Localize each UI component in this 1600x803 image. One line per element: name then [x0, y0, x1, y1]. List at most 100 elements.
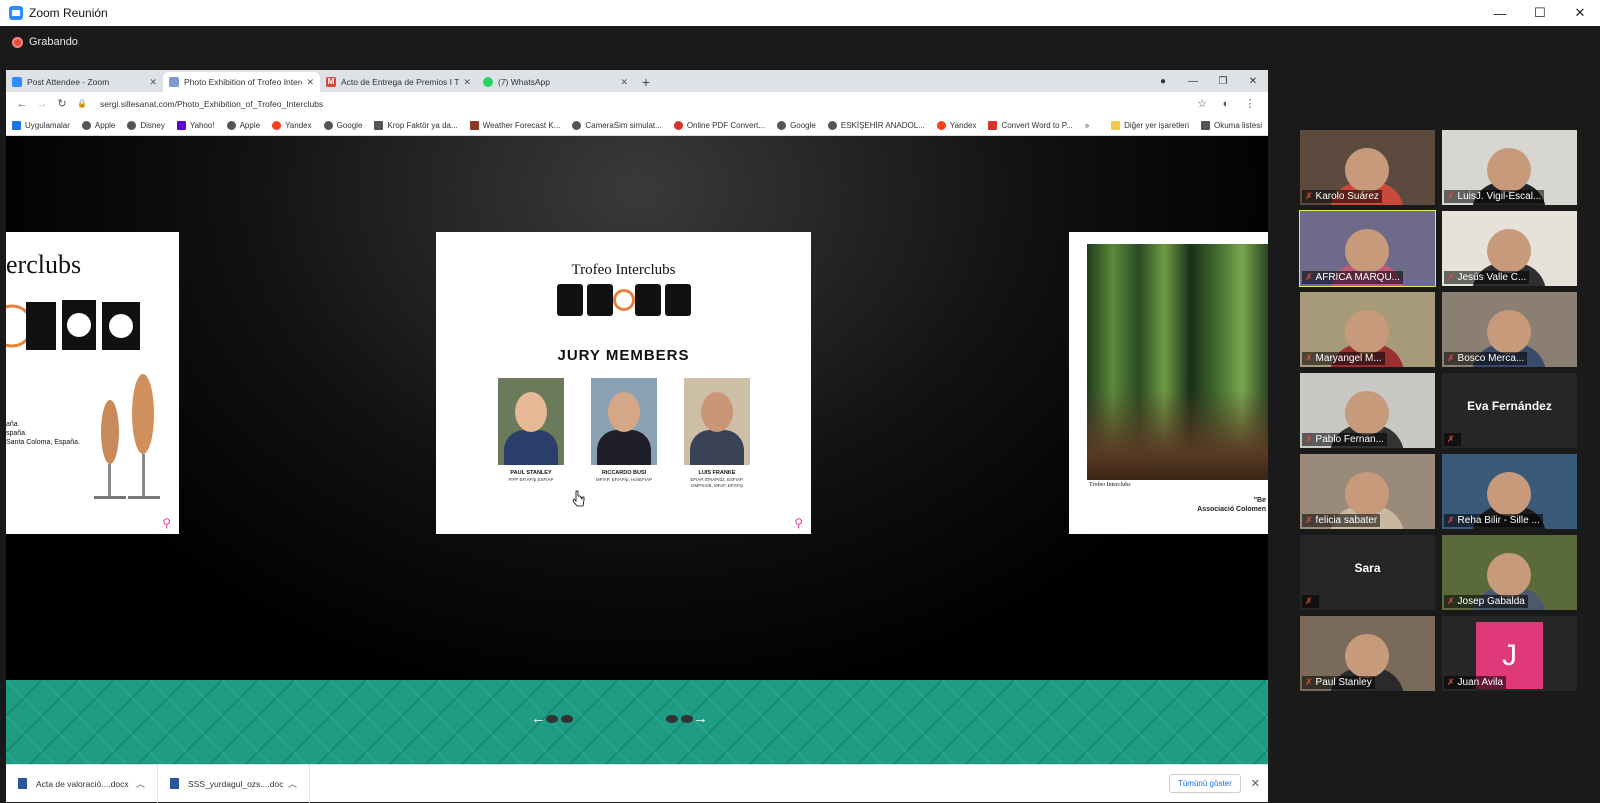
bookmark-item[interactable]: Google: [323, 120, 362, 130]
globe-icon: [572, 120, 582, 130]
new-tab-button[interactable]: +: [634, 72, 658, 92]
word-doc-icon: [170, 778, 179, 789]
close-tab-icon[interactable]: ✕: [149, 77, 157, 88]
participant-tile[interactable]: ✗ Reha Bilir - Sille ...: [1442, 454, 1577, 529]
url-field[interactable]: sergi.sillesanat.com/Photo_Exhibition_of…: [100, 99, 1190, 109]
close-tab-icon[interactable]: ✕: [620, 77, 628, 88]
bookmark-item[interactable]: Weather Forecast K...: [469, 120, 560, 130]
participant-nameplate: ✗ Maryangel M...: [1302, 352, 1385, 365]
chevron-up-icon[interactable]: ︿: [136, 777, 145, 790]
tab-whatsapp[interactable]: (7) WhatsApp ✕: [477, 72, 634, 92]
lock-icon: 🔒: [77, 99, 87, 108]
zoom-magnifier-icon[interactable]: ⚲: [162, 516, 171, 530]
participant-tile[interactable]: J ✗ Juan Avila: [1442, 616, 1577, 691]
other-bookmarks-folder[interactable]: Diğer yer işaretleri: [1111, 120, 1189, 130]
muted-mic-icon: ✗: [1447, 515, 1455, 525]
minimize-button[interactable]: —: [1480, 0, 1520, 26]
exhibit-panel-left[interactable]: erclubs aña. spaña. Santa Coloma, España…: [6, 232, 179, 534]
participant-tile[interactable]: ✗ Jesús Valle C...: [1442, 211, 1577, 286]
bookmark-star-icon[interactable]: ☆: [1190, 97, 1214, 110]
participant-tile[interactable]: ✗ Bosco Merca...: [1442, 292, 1577, 367]
mouse-cursor-icon: [572, 490, 585, 507]
next-arrow-button[interactable]: →: [666, 710, 708, 727]
jury-title: EFIAP, EFIAP/d2, ESFIAP, GMPSA/B, MFAF, …: [690, 477, 744, 488]
download-item[interactable]: SSS_yurdagul_ozs....doc ︿: [158, 764, 310, 803]
participant-tile[interactable]: Sara ✗: [1300, 535, 1435, 610]
bookmarks-overflow-button[interactable]: »: [1085, 121, 1089, 130]
show-all-downloads-button[interactable]: Tümünü göster: [1168, 774, 1241, 793]
exhibit-panel-right[interactable]: Trofeo Interclubs "Be Associació Colomen: [1069, 232, 1268, 534]
participant-name: LuisJ. Vigil-Escal...: [1457, 191, 1542, 202]
participant-nameplate: ✗ felicia sabater: [1302, 514, 1381, 527]
tab-label: (7) WhatsApp: [498, 77, 550, 87]
participant-tile[interactable]: ✗ Maryangel M...: [1300, 292, 1435, 367]
exhibit-panel-center[interactable]: Trofeo Interclubs JURY MEMBERS PAUL STAN…: [436, 232, 811, 534]
browser-close-button[interactable]: ✕: [1238, 76, 1268, 87]
site-icon: [374, 120, 384, 130]
back-icon[interactable]: ←: [12, 98, 32, 110]
participant-tile[interactable]: ✗ Pablo Fernan...: [1300, 373, 1435, 448]
reading-list-button[interactable]: Okuma listesi: [1200, 120, 1262, 130]
participant-tile[interactable]: ✗ felicia sabater: [1300, 454, 1435, 529]
yahoo-icon: [176, 120, 186, 130]
tab-search-icon[interactable]: ●: [1148, 76, 1178, 87]
bookmark-item[interactable]: CameraSim simulat...: [572, 120, 662, 130]
participant-nameplate: ✗: [1444, 433, 1461, 446]
bookmark-item[interactable]: Yahoo!: [176, 120, 215, 130]
bookmark-apps[interactable]: Uygulamalar: [12, 120, 70, 130]
maximize-button[interactable]: ☐: [1520, 0, 1560, 26]
recording-indicator[interactable]: Grabando: [12, 36, 78, 48]
bookmark-item[interactable]: Apple: [226, 120, 260, 130]
word-doc-icon: [18, 778, 27, 789]
menu-icon[interactable]: ⋮: [1238, 97, 1262, 110]
participant-name: Bosco Merca...: [1457, 353, 1525, 364]
download-item[interactable]: Acta de valoració....docx ︿: [6, 764, 158, 803]
jury-photos: PAUL STANLEY FIPF EFIAP/p ESFIAP RICCARD…: [498, 378, 750, 489]
bookmark-item[interactable]: Disney: [127, 120, 165, 130]
bookmark-item[interactable]: Yandex: [936, 120, 976, 130]
profile-avatar[interactable]: ◐: [1214, 98, 1238, 110]
close-tab-icon[interactable]: ✕: [306, 77, 314, 88]
shared-screen-browser: Post Attendee - Zoom ✕ Photo Exhibition …: [6, 70, 1268, 803]
jury-member: LUIS FRANKE EFIAP, EFIAP/d2, ESFIAP, GMP…: [684, 378, 750, 489]
download-filename: Acta de valoració....docx: [36, 778, 129, 789]
participant-tile[interactable]: ✗ Karolo Suárez: [1300, 130, 1435, 205]
zoom-magnifier-icon[interactable]: ⚲: [794, 516, 803, 530]
gmail-icon: M: [326, 77, 336, 87]
bookmark-item[interactable]: Convert Word to P...: [988, 120, 1073, 130]
tab-label: Post Attendee - Zoom: [27, 77, 110, 87]
muted-mic-icon: ✗: [1447, 272, 1455, 282]
bookmark-item[interactable]: Krop Faktör ya da...: [374, 120, 458, 130]
participant-name: Paul Stanley: [1315, 677, 1372, 688]
bookmark-item[interactable]: Yandex: [272, 120, 312, 130]
participant-tile[interactable]: Eva Fernández ✗: [1442, 373, 1577, 448]
participant-tile[interactable]: ✗ LuisJ. Vigil-Escal...: [1442, 130, 1577, 205]
chevron-up-icon[interactable]: ︿: [288, 777, 297, 790]
convert-icon: [988, 120, 998, 130]
tab-post-attendee[interactable]: Post Attendee - Zoom ✕: [6, 72, 163, 92]
participant-name: Maryangel M...: [1315, 353, 1382, 364]
tab-acto-de-entrega[interactable]: M Acto de Entrega de Premios I Trofe ✕: [320, 72, 477, 92]
participant-tile[interactable]: ✗ Josep Gabalda: [1442, 535, 1577, 610]
participant-tile[interactable]: ✗ AFRICA MARQU...: [1299, 210, 1436, 287]
reload-icon[interactable]: ↻: [52, 97, 72, 110]
forward-icon[interactable]: →: [32, 98, 52, 110]
tab-photo-exhibition[interactable]: Photo Exhibition of Trofeo Intercl ✕: [163, 72, 320, 92]
browser-restore-button[interactable]: ❐: [1208, 76, 1238, 87]
muted-mic-icon: ✗: [1305, 434, 1313, 444]
panel-text: aña. spaña. Santa Coloma, España.: [6, 421, 80, 446]
close-button[interactable]: ✕: [1560, 0, 1600, 26]
muted-mic-icon: ✗: [1305, 596, 1313, 606]
previous-arrow-button[interactable]: ←: [531, 710, 573, 727]
gallery-floor: ← →: [6, 680, 1268, 764]
bookmark-item[interactable]: Online PDF Convert...: [673, 120, 765, 130]
close-tab-icon[interactable]: ✕: [463, 77, 471, 88]
bookmark-item[interactable]: Google: [777, 120, 816, 130]
browser-minimize-button[interactable]: —: [1178, 76, 1208, 87]
close-downloads-icon[interactable]: ✕: [1251, 777, 1260, 790]
arrow-left-icon: ←: [531, 710, 546, 727]
participant-tile[interactable]: ✗ Paul Stanley: [1300, 616, 1435, 691]
bookmark-item[interactable]: ESKİŞEHİR ANADOL...: [827, 120, 925, 130]
pdf-icon: [673, 120, 683, 130]
bookmark-item[interactable]: Apple: [81, 120, 115, 130]
